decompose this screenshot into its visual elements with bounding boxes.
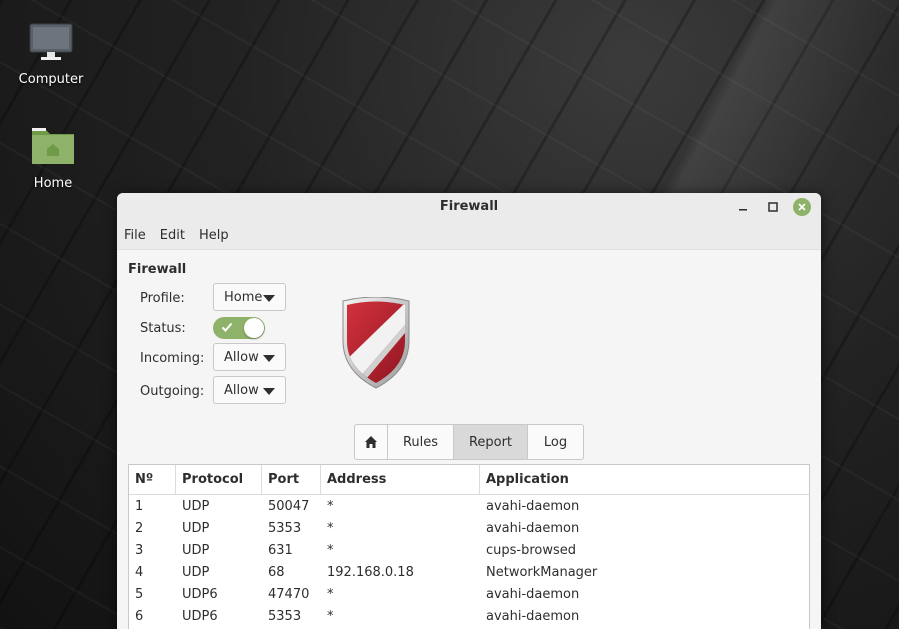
- desktop-icon-computer[interactable]: Computer: [6, 22, 96, 87]
- cell-number: 6: [135, 608, 144, 624]
- menu-edit[interactable]: Edit: [160, 228, 185, 243]
- cell-number: 3: [135, 542, 144, 558]
- desktop-icon-label: Home: [33, 176, 73, 191]
- column-header-port[interactable]: Port: [262, 465, 321, 494]
- cell-address: *: [327, 586, 334, 602]
- cell-port: 5353: [268, 520, 302, 536]
- cell-port: 47470: [268, 586, 310, 602]
- menu-help[interactable]: Help: [199, 228, 229, 243]
- cell-protocol: UDP6: [182, 586, 218, 602]
- report-table: Nº Protocol Port Address Application 1 U…: [128, 464, 810, 629]
- cell-protocol: UDP: [182, 520, 210, 536]
- monitor-icon: [6, 22, 96, 66]
- tab-log[interactable]: Log: [528, 425, 583, 459]
- firewall-window: Firewall File Edit Help Firewall Profile…: [117, 193, 821, 629]
- close-icon: [798, 203, 806, 211]
- profile-value: Home: [224, 289, 263, 305]
- cell-number: 2: [135, 520, 144, 536]
- table-row[interactable]: 4 UDP 68 192.168.0.18 NetworkManager: [129, 561, 809, 583]
- outgoing-label: Outgoing:: [140, 384, 205, 399]
- home-icon: [365, 436, 377, 448]
- maximize-icon: [768, 202, 778, 212]
- cell-protocol: UDP: [182, 564, 210, 580]
- cell-protocol: UDP: [182, 498, 210, 514]
- chevron-down-icon: [263, 295, 275, 302]
- menu-file[interactable]: File: [124, 228, 146, 243]
- column-header-address[interactable]: Address: [321, 465, 480, 494]
- tab-report[interactable]: Report: [454, 425, 528, 459]
- cell-address: 192.168.0.18: [327, 564, 414, 580]
- incoming-value: Allow: [224, 349, 259, 365]
- outgoing-value: Allow: [224, 382, 259, 398]
- view-switcher: Rules Report Log: [354, 424, 584, 460]
- cell-protocol: UDP6: [182, 608, 218, 624]
- table-row[interactable]: 2 UDP 5353 * avahi-daemon: [129, 517, 809, 539]
- cell-address: *: [327, 542, 334, 558]
- outgoing-dropdown[interactable]: Allow: [213, 376, 286, 404]
- cell-address: *: [327, 520, 334, 536]
- desktop-icon-home[interactable]: Home: [8, 124, 98, 191]
- cell-application: avahi-daemon: [486, 520, 580, 536]
- table-row[interactable]: 1 UDP 50047 * avahi-daemon: [129, 495, 809, 517]
- incoming-dropdown[interactable]: Allow: [213, 343, 286, 371]
- cell-protocol: UDP: [182, 542, 210, 558]
- table-row[interactable]: 3 UDP 631 * cups-browsed: [129, 539, 809, 561]
- profile-dropdown[interactable]: Home: [213, 283, 286, 311]
- minimize-button[interactable]: [734, 198, 752, 216]
- close-button[interactable]: [793, 198, 811, 216]
- cell-number: 1: [135, 498, 144, 514]
- cell-application: NetworkManager: [486, 564, 598, 580]
- profile-label: Profile:: [140, 291, 185, 306]
- cell-application: avahi-daemon: [486, 498, 580, 514]
- check-icon: [221, 322, 233, 332]
- cell-number: 5: [135, 586, 144, 602]
- desktop-icon-label: Computer: [18, 72, 84, 87]
- column-header-application[interactable]: Application: [480, 465, 809, 494]
- tab-home[interactable]: [355, 425, 388, 459]
- cell-port: 5353: [268, 608, 302, 624]
- table-row[interactable]: 6 UDP6 5353 * avahi-daemon: [129, 605, 809, 627]
- tab-rules[interactable]: Rules: [388, 425, 454, 459]
- cell-port: 631: [268, 542, 293, 558]
- cell-address: *: [327, 608, 334, 624]
- cell-application: cups-browsed: [486, 542, 577, 558]
- cell-port: 50047: [268, 498, 310, 514]
- cell-application: avahi-daemon: [486, 586, 580, 602]
- table-header: Nº Protocol Port Address Application: [129, 465, 809, 495]
- home-folder-icon: [8, 124, 98, 170]
- cell-number: 4: [135, 564, 144, 580]
- menubar: File Edit Help: [117, 221, 821, 250]
- titlebar[interactable]: Firewall: [117, 193, 821, 221]
- firewall-shield-logo: [339, 296, 413, 393]
- status-label: Status:: [140, 321, 186, 336]
- cell-address: *: [327, 498, 334, 514]
- minimize-icon: [739, 209, 747, 211]
- column-header-protocol[interactable]: Protocol: [176, 465, 262, 494]
- cell-application: avahi-daemon: [486, 608, 580, 624]
- table-row[interactable]: 5 UDP6 47470 * avahi-daemon: [129, 583, 809, 605]
- chevron-down-icon: [263, 355, 275, 362]
- status-toggle[interactable]: [213, 317, 265, 339]
- cell-port: 68: [268, 564, 285, 580]
- maximize-button[interactable]: [764, 198, 782, 216]
- chevron-down-icon: [263, 388, 275, 395]
- column-header-number[interactable]: Nº: [129, 465, 176, 494]
- window-title: Firewall: [439, 199, 499, 214]
- toggle-knob: [244, 318, 264, 338]
- section-title: Firewall: [128, 262, 187, 277]
- incoming-label: Incoming:: [140, 351, 205, 366]
